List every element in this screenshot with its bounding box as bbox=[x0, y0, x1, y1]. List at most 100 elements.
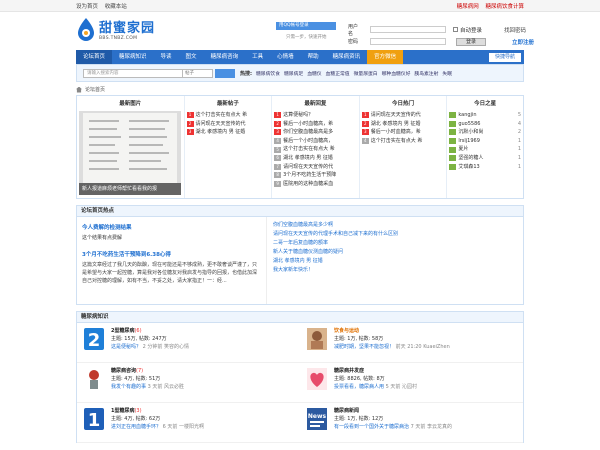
star-user[interactable]: guo5586 4 bbox=[449, 120, 521, 129]
forum-last-post: 减肥时期，坚果不能忽视！ 前天 21:20 KuaeiZhen bbox=[334, 344, 450, 350]
nav-mood-wall[interactable]: 心情墙 bbox=[270, 50, 301, 64]
list-item[interactable]: 4 餐后一个小时血糖高， bbox=[274, 137, 357, 146]
hot-search-item[interactable]: 血糖正常值 bbox=[326, 70, 350, 77]
hot-search-item[interactable]: 糖尿病足 bbox=[284, 70, 303, 77]
forum-title: 糖尿病并发症 bbox=[334, 368, 365, 374]
nav-news[interactable]: 糖尿病资讯 bbox=[326, 50, 368, 64]
featured-image[interactable]: 新人报道麻烦老师帮忙看看我的报 bbox=[79, 111, 181, 195]
latest-posts-panel: 最新帖子 1 这个打击实在有点大 希 2 请问现在天天宣传的代 3 湖北 孝感境内 男… bbox=[185, 96, 273, 198]
top-bar: 设为首页 收藏本站 糖尿病网 糖尿病饮食计算 bbox=[0, 0, 600, 12]
hot-link[interactable]: 请问现在天天宣传的代理手术和自己减下来的有什么区别 bbox=[273, 230, 398, 239]
logo-domain: BBS.TNBZ.COM bbox=[99, 36, 138, 41]
latest-pics-panel: 最新图片 新人报道麻烦老师帮忙看看我的报 bbox=[77, 96, 185, 198]
search-input[interactable]: 请输入搜索内容 bbox=[83, 68, 183, 78]
login-button[interactable]: 登录 bbox=[456, 37, 486, 46]
forum-item[interactable]: 2 2型糖尿病(6) 主题: 15万, 帖数: 247万 这是便秘吗？ 2 分钟… bbox=[77, 323, 300, 363]
login-form: 用户名 自动登录 找回密码 密码 登录 立即注册 bbox=[348, 24, 600, 48]
forum-item[interactable]: 1 1型糖尿病(3) 主题: 4万, 帖数: 62万 进刘正在用血糖手环？ 6 … bbox=[77, 403, 300, 443]
forum-item[interactable]: News 糖尿病新闻 主题: 1万, 帖数: 12万 有一段看到一个国外关于糖尿… bbox=[300, 403, 523, 443]
hot-link[interactable]: 新人关于糖血糖仪测血糖的疑问 bbox=[273, 248, 398, 257]
breadcrumb-home[interactable]: 论坛首页 bbox=[85, 86, 105, 93]
forum-item[interactable]: 糖尿病咨询(7) 主题: 4万, 帖数: 51万 我发个有趣的事 3 天前 风云… bbox=[77, 363, 300, 403]
forgot-password-link[interactable]: 找回密码 bbox=[504, 26, 526, 34]
list-item[interactable]: 1 这个打击实在有点大 希 bbox=[186, 111, 270, 120]
list-item[interactable]: 3 你们空腹血糖最高是多 bbox=[274, 128, 357, 137]
forum-title: 饮食与运动 bbox=[334, 328, 360, 334]
forum-title: 糖尿病咨询(7) bbox=[111, 368, 144, 374]
panel-title: 最新图片 bbox=[119, 101, 142, 107]
forum-item[interactable]: 糖尿病并发症 主题: 8826, 帖数: 8万 投票看看，糖尿病人用 5 天前 … bbox=[300, 363, 523, 403]
nav-wechat[interactable]: 官方微信 bbox=[367, 50, 404, 64]
diabetes-site-link[interactable]: 糖尿病网 bbox=[457, 4, 479, 10]
nav-diabetes-knowledge[interactable]: 糖尿病知识 bbox=[112, 50, 154, 64]
hot-search-item[interactable]: 胰岛素注射 bbox=[414, 70, 438, 77]
password-input[interactable] bbox=[370, 38, 446, 45]
list-item[interactable]: 1 请问现在天天宣传的代 bbox=[361, 111, 445, 120]
panel-title: 今日之星 bbox=[474, 101, 497, 107]
hot-link[interactable]: 你们空腹血糖最高是多少啊 bbox=[273, 221, 398, 230]
hot-search-item[interactable]: 哪种血糖仪好 bbox=[382, 70, 411, 77]
site-logo[interactable]: 甜蜜家园 BBS.TNBZ.COM bbox=[76, 17, 155, 41]
bookmark-link[interactable]: 收藏本站 bbox=[105, 4, 127, 10]
nav-help[interactable]: 帮助 bbox=[301, 50, 326, 64]
list-item[interactable]: 5 这个打击实在有点大 希 bbox=[274, 145, 357, 154]
star-user[interactable]: 艾琪森13 1 bbox=[449, 163, 521, 172]
forum-stats: 主题: 8826, 帖数: 8万 bbox=[334, 376, 385, 382]
forum-stats: 主题: 15万, 帖数: 247万 bbox=[111, 336, 167, 342]
image-caption[interactable]: 新人报道麻烦老师帮忙看看我的报 bbox=[79, 183, 181, 195]
quick-nav-button[interactable]: 快捷导航 bbox=[488, 52, 521, 62]
list-item[interactable]: 9 医院用的这种血糖采血 bbox=[274, 180, 357, 189]
hot-search-item[interactable]: 糖尿病饮食 bbox=[256, 70, 280, 77]
stars-panel: 今日之星 kangjin 5 guo5586 4 沉默小和尚 2 lrslj1969 1… bbox=[447, 96, 523, 198]
hot-link[interactable]: 湖北 孝感境内 男 征婚 bbox=[273, 257, 398, 266]
nav-forum-home[interactable]: 论坛首页 bbox=[76, 50, 113, 64]
hot-search-item[interactable]: 失眠 bbox=[442, 70, 452, 77]
qq-login-button[interactable]: 用QQ帐号登录 bbox=[276, 22, 336, 30]
list-item[interactable]: 2 湖北 孝感境内 男 征婚 bbox=[361, 120, 445, 129]
hot-section: 今人费解的检测结果 这个结果有点费解 3个月不吃药生活干预降到6.38心得 这篇… bbox=[76, 217, 524, 305]
star-user[interactable]: 坚强的糖人 1 bbox=[449, 154, 521, 163]
list-item[interactable]: 6 湖北 孝感境内 男 征婚 bbox=[274, 154, 357, 163]
hot-topic-title[interactable]: 今人费解的检测结果 bbox=[82, 223, 261, 231]
hot-link[interactable]: 二哥一年后复血糖的额率 bbox=[273, 239, 398, 248]
list-item[interactable]: 2 餐后一小时血糖高，希 bbox=[274, 120, 357, 129]
hot-search-item[interactable]: 微量尿蛋白 bbox=[354, 70, 378, 77]
search-bar: 请输入搜索内容 帖子 热搜: 糖尿病饮食 糖尿病足 血糖仪 血糖正常值 微量尿蛋… bbox=[76, 64, 524, 82]
list-item[interactable]: 3 餐后一小时血糖高，希 bbox=[361, 128, 445, 137]
search-button[interactable] bbox=[215, 68, 235, 78]
hot-link[interactable]: 我大家新年快乐！ bbox=[273, 266, 398, 275]
qq-login-hint: 只需一步，快速开始 bbox=[286, 35, 327, 40]
nav-tools[interactable]: 工具 bbox=[245, 50, 270, 64]
forum-title: 糖尿病新闻 bbox=[334, 408, 360, 414]
star-user[interactable]: 沉默小和尚 2 bbox=[449, 128, 521, 137]
panel-title: 最新回复 bbox=[304, 101, 327, 107]
complication-icon bbox=[307, 368, 327, 390]
svg-text:News: News bbox=[308, 413, 327, 420]
auto-login-checkbox[interactable] bbox=[453, 27, 458, 32]
nav-gallery[interactable]: 图文 bbox=[179, 50, 204, 64]
username-input[interactable] bbox=[370, 26, 446, 33]
star-user[interactable]: lrslj1969 1 bbox=[449, 137, 521, 146]
forum-item[interactable]: 饮食与运动 主题: 1万, 帖数: 58万 减肥时期，坚果不能忽视！ 前天 21… bbox=[300, 323, 523, 363]
star-user[interactable]: 夏片 1 bbox=[449, 145, 521, 154]
hot-topic-title[interactable]: 3个月不吃药生活干预降到6.38心得 bbox=[82, 250, 261, 258]
nav-guide[interactable]: 导读 bbox=[154, 50, 179, 64]
password-label: 密码 bbox=[348, 39, 359, 45]
forum-stats: 主题: 1万, 帖数: 12万 bbox=[334, 416, 384, 422]
search-type-select[interactable]: 帖子 bbox=[183, 68, 213, 78]
set-home-link[interactable]: 设为首页 bbox=[76, 4, 98, 10]
forum-title: 2型糖尿病(6) bbox=[111, 328, 142, 334]
diet-calculator-link[interactable]: 糖尿病饮食计算 bbox=[485, 4, 524, 10]
forum-last-post: 进刘正在用血糖手环？ 6 天前 一楼阳光啊 bbox=[111, 424, 204, 430]
hot-search-item[interactable]: 血糖仪 bbox=[307, 70, 321, 77]
list-item[interactable]: 7 请问现在天天宣传的代 bbox=[274, 163, 357, 172]
list-item[interactable]: 1 这算便秘吗？ bbox=[274, 111, 357, 120]
register-link[interactable]: 立即注册 bbox=[512, 38, 534, 46]
list-item[interactable]: 3 湖北 孝感境内 男 征婚 bbox=[186, 128, 270, 137]
star-user[interactable]: kangjin 5 bbox=[449, 111, 521, 120]
list-item[interactable]: 4 这个打击实在有点大 希 bbox=[361, 137, 445, 146]
home-icon[interactable] bbox=[76, 86, 82, 93]
nav-consult[interactable]: 糖尿病咨询 bbox=[204, 50, 246, 64]
list-item[interactable]: 8 3个月不吃药生活干预降 bbox=[274, 171, 357, 180]
list-item[interactable]: 2 请问现在天天宣传的代 bbox=[186, 120, 270, 129]
